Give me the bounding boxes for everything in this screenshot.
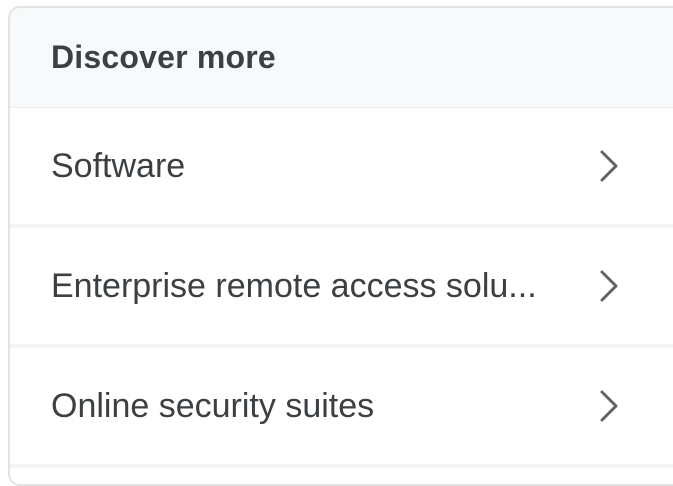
chevron-right-icon (594, 386, 624, 426)
list-item-enterprise-remote-access[interactable]: Enterprise remote access solu... (10, 228, 673, 348)
list-item-label: Online security suites (51, 386, 375, 425)
discover-more-panel: Discover more Software Enterprise remote… (8, 6, 673, 486)
list-item-label: Software (51, 146, 186, 185)
list-item-software[interactable]: Software (10, 108, 673, 228)
discover-more-title: Discover more (51, 39, 276, 75)
discover-more-header: Discover more (10, 8, 673, 108)
list-item-label: Enterprise remote access solu... (51, 266, 537, 305)
chevron-right-icon (594, 146, 624, 186)
list-item-online-security-suites[interactable]: Online security suites (10, 348, 673, 468)
chevron-right-icon (594, 266, 624, 306)
